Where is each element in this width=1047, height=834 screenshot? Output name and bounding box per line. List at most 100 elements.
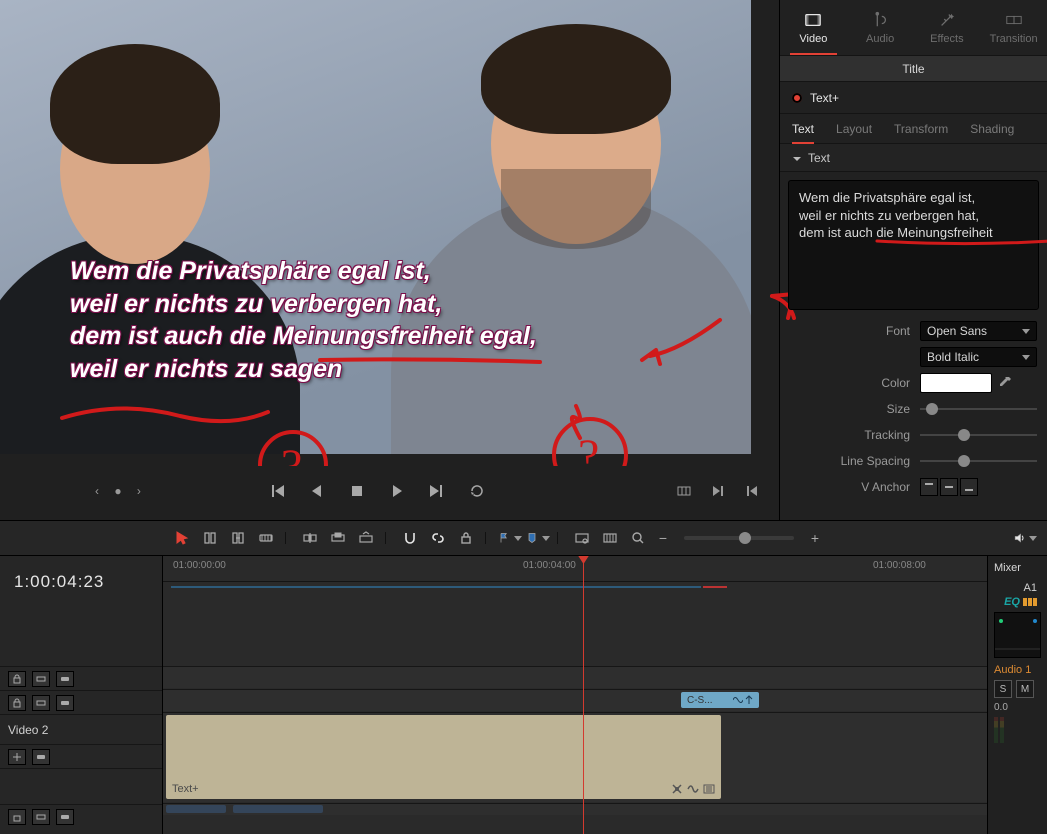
track-head-v3b[interactable] — [0, 690, 162, 714]
video-frame — [0, 0, 751, 454]
transport-bar: ‹ ● › — [0, 466, 779, 516]
subtab-shading[interactable]: Shading — [970, 114, 1014, 143]
eyedropper-icon[interactable] — [998, 376, 1012, 390]
mute-channel-button[interactable]: M — [1016, 680, 1034, 698]
track-head-v3[interactable] — [0, 666, 162, 690]
dynamic-trim-tool[interactable] — [226, 526, 250, 550]
out-range — [703, 586, 727, 588]
clip-video1-a[interactable] — [166, 805, 226, 813]
size-label: Size — [780, 402, 920, 416]
mixer-meter — [994, 717, 1041, 743]
clip-retime-icon — [687, 783, 699, 795]
zoom-detail-button[interactable] — [598, 526, 622, 550]
lock-icon[interactable] — [8, 695, 26, 711]
visible-icon[interactable] — [56, 671, 74, 687]
inspector-title-bar[interactable]: Title — [780, 56, 1047, 82]
track-head-v1[interactable] — [0, 804, 162, 828]
auto-select-icon[interactable] — [32, 671, 50, 687]
clip-text-plus[interactable]: Text+ — [166, 715, 721, 799]
prev-marker-button[interactable] — [741, 480, 763, 502]
font-select[interactable]: Open Sans — [920, 321, 1037, 341]
subtab-text[interactable]: Text — [792, 114, 814, 143]
play-reverse-button[interactable] — [304, 478, 330, 504]
zoom-custom-button[interactable] — [626, 526, 650, 550]
zoom-full-button[interactable] — [570, 526, 594, 550]
time-ruler[interactable]: 01:00:00:00 01:00:04:00 01:00:08:00 — [163, 556, 987, 582]
lock-icon[interactable] — [8, 671, 26, 687]
play-button[interactable] — [384, 478, 410, 504]
track-label: Video 2 — [8, 723, 154, 737]
mixer-eq-button[interactable]: EQ — [994, 596, 1041, 608]
ruler-mark: 01:00:00:00 — [173, 560, 226, 571]
tracking-slider[interactable] — [920, 425, 1037, 445]
vanchor-segmented[interactable] — [920, 478, 978, 496]
line-spacing-label: Line Spacing — [780, 454, 920, 468]
lock-toggle[interactable] — [454, 526, 478, 550]
inspector-tab-audio[interactable]: Audio — [847, 0, 914, 55]
flag-dropdown[interactable] — [498, 526, 522, 550]
visible-icon[interactable] — [32, 749, 50, 765]
blade-tool[interactable] — [254, 526, 278, 550]
timecode-display[interactable]: 1:00:04:23 — [0, 556, 162, 608]
track-headers: 1:00:04:23 Video 2 — [0, 556, 163, 834]
node-strip[interactable]: Text+ — [780, 82, 1047, 114]
inspector-tab-effects[interactable]: Effects — [914, 0, 981, 55]
subtab-layout[interactable]: Layout — [836, 114, 872, 143]
last-frame-button[interactable] — [424, 478, 450, 504]
mute-button[interactable] — [1013, 526, 1037, 550]
zoom-slider[interactable] — [684, 536, 794, 540]
auto-select-icon[interactable] — [8, 749, 26, 765]
subtab-transform[interactable]: Transform — [894, 114, 948, 143]
zoom-in-button[interactable]: + — [806, 529, 824, 547]
clip-video1-b[interactable] — [233, 805, 323, 813]
first-frame-button[interactable] — [264, 478, 290, 504]
font-weight-select[interactable]: Bold Italic — [920, 347, 1037, 367]
section-text-header[interactable]: Text — [780, 144, 1047, 172]
insert-clip-button[interactable] — [298, 526, 322, 550]
snap-toggle[interactable] — [398, 526, 422, 550]
trim-edit-tool[interactable] — [198, 526, 222, 550]
mixer-eq-graph[interactable] — [994, 612, 1041, 658]
chevron-down-icon — [792, 153, 802, 163]
styled-text-input[interactable]: Wem die Privatsphäre egal ist, weil er n… — [788, 180, 1039, 310]
viewer-mode-dots[interactable]: ‹ ● › — [95, 484, 147, 498]
track-head-v2[interactable]: Video 2 — [0, 714, 162, 744]
ruler-mark: 01:00:04:00 — [523, 560, 576, 571]
replace-clip-button[interactable] — [354, 526, 378, 550]
selection-tool[interactable] — [170, 526, 194, 550]
viewer-preview[interactable]: Wem die Privatsphäre egal ist, weil er n… — [0, 0, 751, 454]
clip-compound[interactable]: C-S... — [681, 692, 759, 708]
solo-button[interactable]: S — [994, 680, 1012, 698]
vanchor-bottom[interactable] — [960, 478, 978, 496]
playhead[interactable] — [583, 556, 584, 834]
vanchor-mid[interactable] — [940, 478, 958, 496]
next-marker-button[interactable] — [707, 480, 729, 502]
clip-fx-icon — [671, 783, 683, 795]
auto-select-icon[interactable] — [32, 809, 50, 825]
size-slider[interactable] — [920, 399, 1037, 419]
vanchor-label: V Anchor — [780, 480, 920, 494]
match-frame-button[interactable] — [673, 480, 695, 502]
timeline-canvas[interactable]: 01:00:00:00 01:00:04:00 01:00:08:00 C-S.… — [163, 556, 987, 834]
inspector-tab-video[interactable]: Video — [780, 0, 847, 55]
stop-button[interactable] — [344, 478, 370, 504]
clip-menu-icon[interactable] — [703, 783, 715, 795]
auto-select-icon[interactable] — [32, 695, 50, 711]
color-swatch[interactable] — [920, 373, 992, 393]
visible-icon[interactable] — [56, 809, 74, 825]
vanchor-top[interactable] — [920, 478, 938, 496]
lock-icon[interactable] — [8, 809, 26, 825]
line-spacing-slider[interactable] — [920, 451, 1037, 471]
loop-button[interactable] — [464, 478, 490, 504]
zoom-out-button[interactable]: − — [654, 529, 672, 547]
overwrite-clip-button[interactable] — [326, 526, 350, 550]
mixer-header: Mixer — [994, 562, 1041, 574]
node-name: Text+ — [810, 91, 839, 105]
text-value: Wem die Privatsphäre egal ist, weil er n… — [799, 190, 993, 240]
link-toggle[interactable] — [426, 526, 450, 550]
inspector-tab-transition[interactable]: Transition — [980, 0, 1047, 55]
visible-icon[interactable] — [56, 695, 74, 711]
enable-dot-icon[interactable] — [792, 93, 802, 103]
track-head-v2-ctrls[interactable] — [0, 744, 162, 768]
marker-dropdown[interactable] — [526, 526, 550, 550]
